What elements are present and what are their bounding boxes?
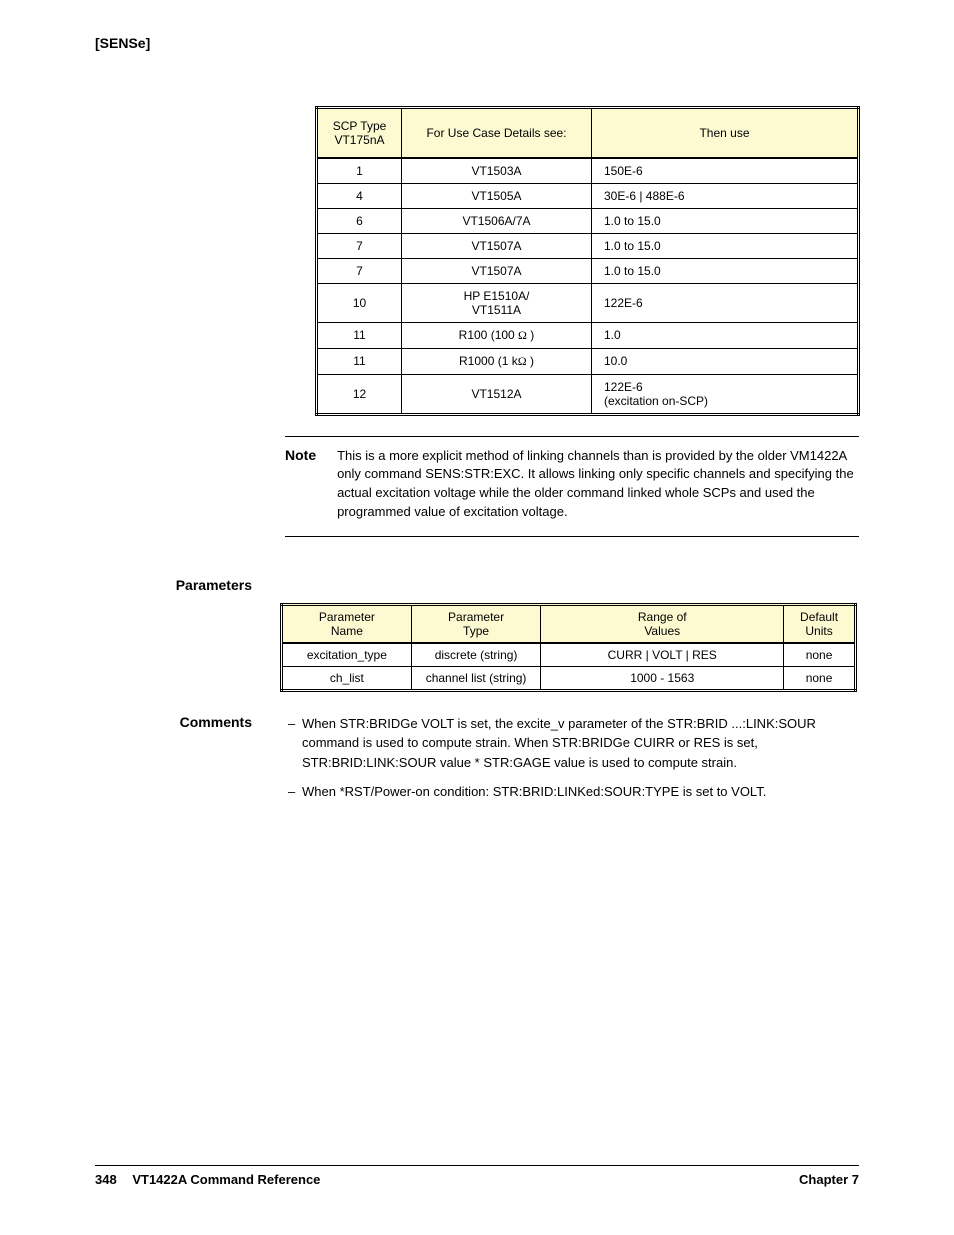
table-row: 11R100 (100 Ω )1.0: [317, 322, 859, 348]
table-cell: 10.0: [592, 348, 859, 374]
note-label: Note: [285, 447, 316, 463]
table-cell: 1000 - 1563: [541, 666, 784, 690]
table-row: 6VT1506A/7A1.0 to 15.0: [317, 208, 859, 233]
note-text: This is a more explicit method of linkin…: [337, 447, 859, 522]
footer-left: 348 VT1422A Command Reference: [95, 1172, 320, 1187]
list-item: When *RST/Power-on condition: STR:BRID:L…: [288, 782, 859, 802]
scp-th-1: For Use Case Details see:: [402, 108, 592, 158]
table-cell: none: [784, 643, 856, 667]
parameters-table: ParameterName ParameterType Range ofValu…: [280, 603, 857, 692]
table-cell: 30E-6 | 488E-6: [592, 183, 859, 208]
table-cell: 1.0 to 15.0: [592, 208, 859, 233]
table-row: 10HP E1510A/VT1511A122E-6: [317, 283, 859, 322]
table-cell: channel list (string): [411, 666, 541, 690]
table-cell: 1.0 to 15.0: [592, 233, 859, 258]
param-th-3: DefaultUnits: [784, 604, 856, 643]
table-cell: R1000 (1 kΩ ): [402, 348, 592, 374]
footer-title: VT1422A Command Reference: [132, 1172, 320, 1187]
table-cell: 11: [317, 322, 402, 348]
comments-heading: Comments: [95, 714, 280, 812]
param-th-2: Range ofValues: [541, 604, 784, 643]
table-cell: ch_list: [282, 666, 412, 690]
note-rule-bottom: [285, 536, 859, 537]
param-th-1: ParameterType: [411, 604, 541, 643]
table-cell: VT1506A/7A: [402, 208, 592, 233]
table-cell: discrete (string): [411, 643, 541, 667]
table-cell: 1.0 to 15.0: [592, 258, 859, 283]
table-cell: none: [784, 666, 856, 690]
table-cell: 12: [317, 374, 402, 414]
note-rule-top: [285, 436, 859, 437]
table-row: 11R1000 (1 kΩ )10.0: [317, 348, 859, 374]
scp-th-2: Then use: [592, 108, 859, 158]
table-cell: R100 (100 Ω ): [402, 322, 592, 348]
table-cell: VT1505A: [402, 183, 592, 208]
table-cell: 7: [317, 233, 402, 258]
table-row: 7VT1507A1.0 to 15.0: [317, 258, 859, 283]
table-cell: 6: [317, 208, 402, 233]
comments-list: When STR:BRIDGe VOLT is set, the excite_…: [288, 714, 859, 812]
param-th-0: ParameterName: [282, 604, 412, 643]
table-cell: CURR | VOLT | RES: [541, 643, 784, 667]
table-row: excitation_typediscrete (string)CURR | V…: [282, 643, 856, 667]
table-cell: 150E-6: [592, 158, 859, 184]
table-cell: 122E-6: [592, 283, 859, 322]
table-cell: excitation_type: [282, 643, 412, 667]
table-cell: 10: [317, 283, 402, 322]
table-cell: VT1503A: [402, 158, 592, 184]
scp-table: SCP TypeVT175nA For Use Case Details see…: [315, 106, 860, 416]
table-row: 4VT1505A30E-6 | 488E-6: [317, 183, 859, 208]
table-row: 12VT1512A122E-6(excitation on-SCP): [317, 374, 859, 414]
table-cell: 11: [317, 348, 402, 374]
table-cell: 1: [317, 158, 402, 184]
table-cell: VT1507A: [402, 258, 592, 283]
table-cell: 122E-6(excitation on-SCP): [592, 374, 859, 414]
table-row: ch_listchannel list (string)1000 - 1563n…: [282, 666, 856, 690]
footer-chapter: Chapter 7: [799, 1172, 859, 1187]
table-cell: 7: [317, 258, 402, 283]
table-cell: 1.0: [592, 322, 859, 348]
section-header: [SENSe]: [95, 35, 859, 51]
table-cell: VT1507A: [402, 233, 592, 258]
list-item: When STR:BRIDGe VOLT is set, the excite_…: [288, 714, 859, 773]
table-row: 1VT1503A150E-6: [317, 158, 859, 184]
table-cell: HP E1510A/VT1511A: [402, 283, 592, 322]
table-cell: VT1512A: [402, 374, 592, 414]
page-number: 348: [95, 1172, 117, 1187]
table-row: 7VT1507A1.0 to 15.0: [317, 233, 859, 258]
scp-th-0: SCP TypeVT175nA: [317, 108, 402, 158]
parameters-heading: Parameters: [95, 577, 280, 593]
footer-rule: [95, 1165, 859, 1166]
table-cell: 4: [317, 183, 402, 208]
